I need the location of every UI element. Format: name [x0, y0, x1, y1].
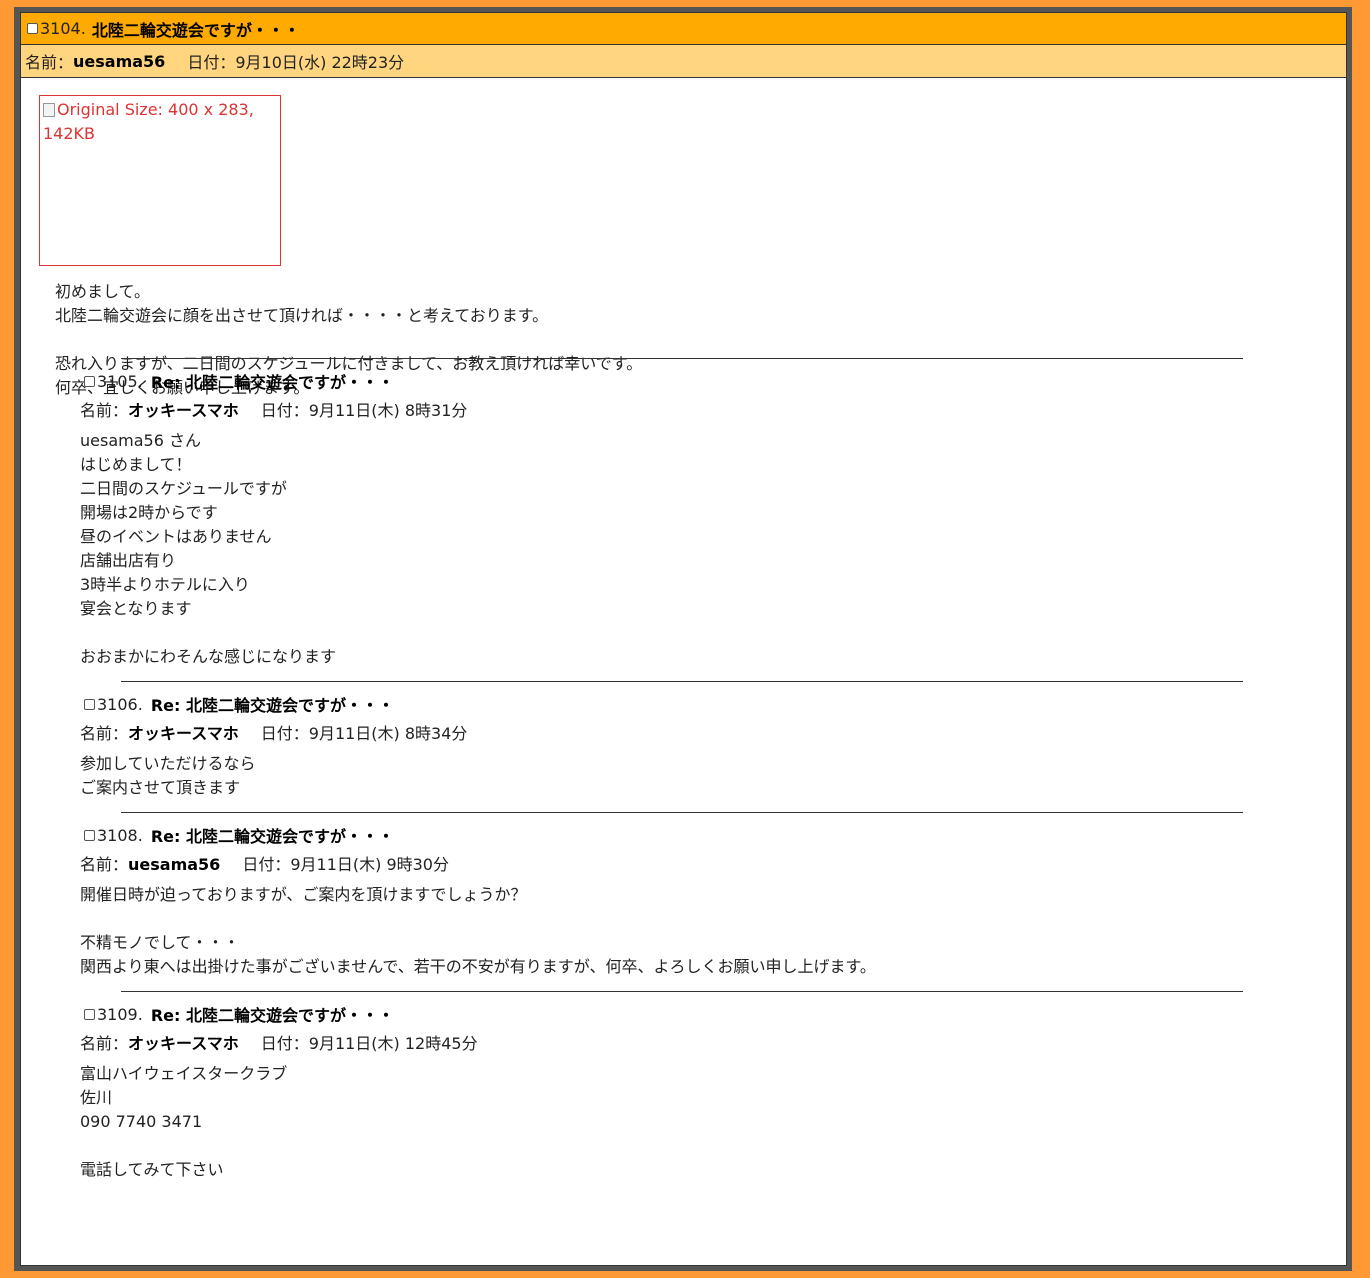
reply-meta: 名前：オッキースマホ 日付：9月11日(木) 8時34分	[80, 722, 467, 746]
reply-divider	[121, 681, 1243, 682]
reply-meta: 名前：オッキースマホ 日付：9月11日(木) 8時31分	[80, 399, 467, 423]
reply-body: 開催日時が迫っておりますが、ご案内を頂けますでしょうか？ 不精モノでして・・・ …	[80, 885, 876, 976]
reply-date: 9月11日(木) 8時34分	[308, 724, 468, 743]
reply-subject: Re: 北陸二輪交遊会ですが・・・	[150, 373, 394, 392]
author-name: オッキースマホ	[128, 1034, 239, 1053]
reply-title: 3105. Re: 北陸二輪交遊会ですが・・・	[80, 369, 467, 393]
thread-panel: 3104. 北陸二輪交遊会ですが・・・ 名前： uesama56 日付： 9月1…	[20, 12, 1347, 1266]
reply-select-checkbox[interactable]	[84, 698, 95, 710]
reply-number: 3106.	[97, 694, 143, 714]
reply-number: 3108.	[97, 825, 143, 845]
name-label: 名前：	[80, 855, 129, 874]
post-select-checkbox[interactable]	[27, 23, 38, 34]
name-label: 名前：	[80, 1034, 129, 1053]
date-label: 日付：	[260, 401, 309, 420]
reply-number: 3105.	[97, 371, 143, 391]
reply-title: 3106. Re: 北陸二輪交遊会ですが・・・	[80, 692, 467, 716]
reply-select-checkbox[interactable]	[84, 1008, 95, 1020]
post-subject: 北陸二輪交遊会ですが・・・	[91, 20, 300, 40]
attached-image-link[interactable]: Original Size: 400 x 283, 142KB	[39, 95, 281, 266]
reply-3108: 3108. Re: 北陸二輪交遊会ですが・・・ 名前：uesama56 日付：9月…	[80, 823, 876, 979]
reply-meta: 名前：uesama56 日付：9月11日(木) 9時30分	[80, 853, 876, 877]
reply-meta: 名前：オッキースマホ 日付：9月11日(木) 12時45分	[80, 1032, 478, 1056]
post-title-bar: 3104. 北陸二輪交遊会ですが・・・	[21, 13, 1346, 45]
reply-number: 3109.	[97, 1004, 143, 1024]
author-name: uesama56	[128, 855, 221, 874]
reply-subject: Re: 北陸二輪交遊会ですが・・・	[150, 827, 394, 846]
post-meta-bar: 名前： uesama56 日付： 9月10日(水) 22時23分	[21, 45, 1346, 78]
broken-image-icon	[43, 103, 55, 117]
reply-divider	[121, 812, 1243, 813]
post-date: 9月10日(水) 22時23分	[235, 53, 405, 72]
author-name: オッキースマホ	[128, 401, 239, 420]
page-frame: 3104. 北陸二輪交遊会ですが・・・ 名前： uesama56 日付： 9月1…	[14, 7, 1352, 1271]
author-name: uesama56	[73, 51, 166, 71]
reply-body: uesama56 さん はじめまして！ 二日間のスケジュールですが 開場は2時か…	[80, 431, 337, 666]
date-label: 日付：	[260, 724, 309, 743]
reply-body: 富山ハイウェイスタークラブ 佐川 090 7740 3471 電話してみて下さい	[80, 1064, 288, 1179]
reply-date: 9月11日(木) 8時31分	[308, 401, 468, 420]
reply-body: 参加していただけるなら ご案内させて頂きます	[80, 754, 256, 797]
reply-select-checkbox[interactable]	[84, 375, 95, 387]
reply-divider	[121, 991, 1243, 992]
name-label: 名前：	[25, 53, 74, 72]
reply-date: 9月11日(木) 12時45分	[308, 1034, 478, 1053]
post-number: 3104.	[40, 19, 86, 38]
reply-3106: 3106. Re: 北陸二輪交遊会ですが・・・ 名前：オッキースマホ 日付：9月1…	[80, 692, 467, 800]
date-label: 日付：	[187, 53, 236, 72]
date-label: 日付：	[242, 855, 291, 874]
reply-select-checkbox[interactable]	[84, 829, 95, 841]
date-label: 日付：	[260, 1034, 309, 1053]
reply-3105: 3105. Re: 北陸二輪交遊会ですが・・・ 名前：オッキースマホ 日付：9月1…	[80, 369, 467, 669]
reply-title: 3108. Re: 北陸二輪交遊会ですが・・・	[80, 823, 876, 847]
name-label: 名前：	[80, 401, 129, 420]
reply-date: 9月11日(木) 9時30分	[290, 855, 449, 874]
reply-title: 3109. Re: 北陸二輪交遊会ですが・・・	[80, 1002, 478, 1026]
name-label: 名前：	[80, 724, 129, 743]
reply-subject: Re: 北陸二輪交遊会ですが・・・	[150, 1006, 394, 1025]
reply-3109: 3109. Re: 北陸二輪交遊会ですが・・・ 名前：オッキースマホ 日付：9月1…	[80, 1002, 478, 1182]
author-name: オッキースマホ	[128, 724, 239, 743]
image-alt-text: Original Size: 400 x 283, 142KB	[43, 100, 254, 143]
reply-divider	[121, 358, 1243, 359]
reply-subject: Re: 北陸二輪交遊会ですが・・・	[150, 696, 394, 715]
